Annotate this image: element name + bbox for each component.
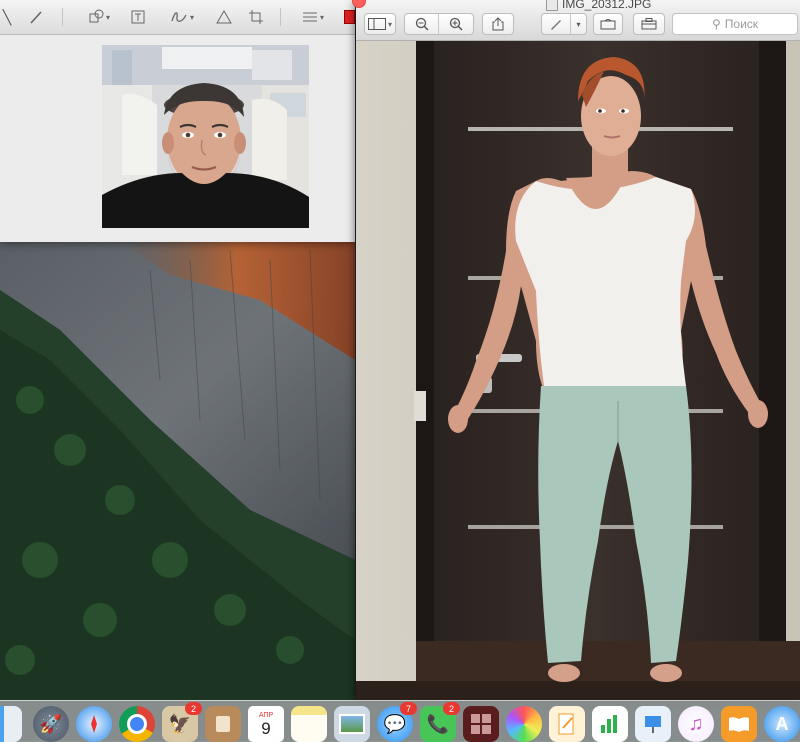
notes-icon[interactable] [291,706,327,742]
search-icon: ⚲ [711,17,721,31]
itunes-icon[interactable]: ♫ [678,706,714,742]
markup-button[interactable]: ▾ [541,13,587,35]
calendar-icon[interactable]: АПР 9 [248,706,284,742]
chrome-icon[interactable] [119,706,155,742]
share-icon [483,14,513,34]
select-icon[interactable]: ╲ [0,7,14,27]
toolbox-icon [634,14,664,34]
compass-icon[interactable] [76,706,112,742]
crop-icon[interactable] [246,7,266,27]
shapes-icon[interactable]: ▾ [84,7,114,27]
chevron-down-icon[interactable]: ▾ [570,14,586,34]
photo-woman-standing [356,41,800,700]
rotate-button[interactable] [593,13,623,35]
sidebar-icon: ▾ [365,14,395,34]
preview-window-left: ╲ ▾ ▾ ▾ [0,0,355,242]
contacts-icon[interactable] [205,706,241,742]
adjust-color-icon[interactable] [214,7,234,27]
zoom-in-icon[interactable] [438,14,473,34]
window-titlebar: IMG_20312.JPG ▾ ▾ ⚲ Поиск [352,0,800,41]
pages-icon[interactable] [549,706,585,742]
preview-window-right: IMG_20312.JPG ▾ ▾ ⚲ Поиск [352,0,800,700]
search-field[interactable]: ⚲ Поиск [672,13,798,35]
numbers-icon[interactable] [592,706,628,742]
sidebar-view-button[interactable]: ▾ [364,13,396,35]
toolbox-button[interactable] [633,13,665,35]
app-store-icon[interactable]: A [764,706,800,742]
pen-icon[interactable] [26,7,48,27]
ibooks-icon[interactable] [721,706,757,742]
dock: 🚀 🦅 2 АПР 9 💬 7 📞 2 ♫ A [0,700,800,742]
finder-icon[interactable] [0,706,22,742]
rotate-icon [594,14,622,34]
preview-icon[interactable] [334,706,370,742]
photos-icon[interactable] [506,706,542,742]
rocket-icon[interactable]: 🚀 [33,706,69,742]
zoom-out-icon[interactable] [405,14,438,34]
facetime-icon[interactable]: 📞 2 [420,702,460,742]
align-icon[interactable]: ▾ [298,7,328,27]
messages-badge: 7 [400,702,417,715]
mail-badge: 2 [185,702,202,715]
search-placeholder: Поиск [724,17,759,31]
color-icon[interactable] [344,7,355,27]
photo-man-selfie [102,45,309,228]
zoom-control[interactable] [404,13,474,35]
keynote-icon[interactable] [635,706,671,742]
markup-icon [542,14,570,34]
facetime-badge: 2 [443,702,460,715]
text-icon[interactable] [128,7,148,27]
window-title: IMG_20312.JPG [546,0,651,11]
photo-booth-icon[interactable] [463,706,499,742]
calendar-day: 9 [261,718,271,738]
document-icon [546,0,558,11]
markup-toolbar: ╲ ▾ ▾ ▾ [0,0,355,35]
signature-icon[interactable]: ▾ [165,7,199,27]
eagle-stamp-icon[interactable]: 🦅 2 [162,702,202,742]
close-window-button[interactable] [352,0,366,8]
window-title-text: IMG_20312.JPG [562,0,652,11]
messages-icon[interactable]: 💬 7 [377,702,417,742]
share-button[interactable] [482,13,514,35]
